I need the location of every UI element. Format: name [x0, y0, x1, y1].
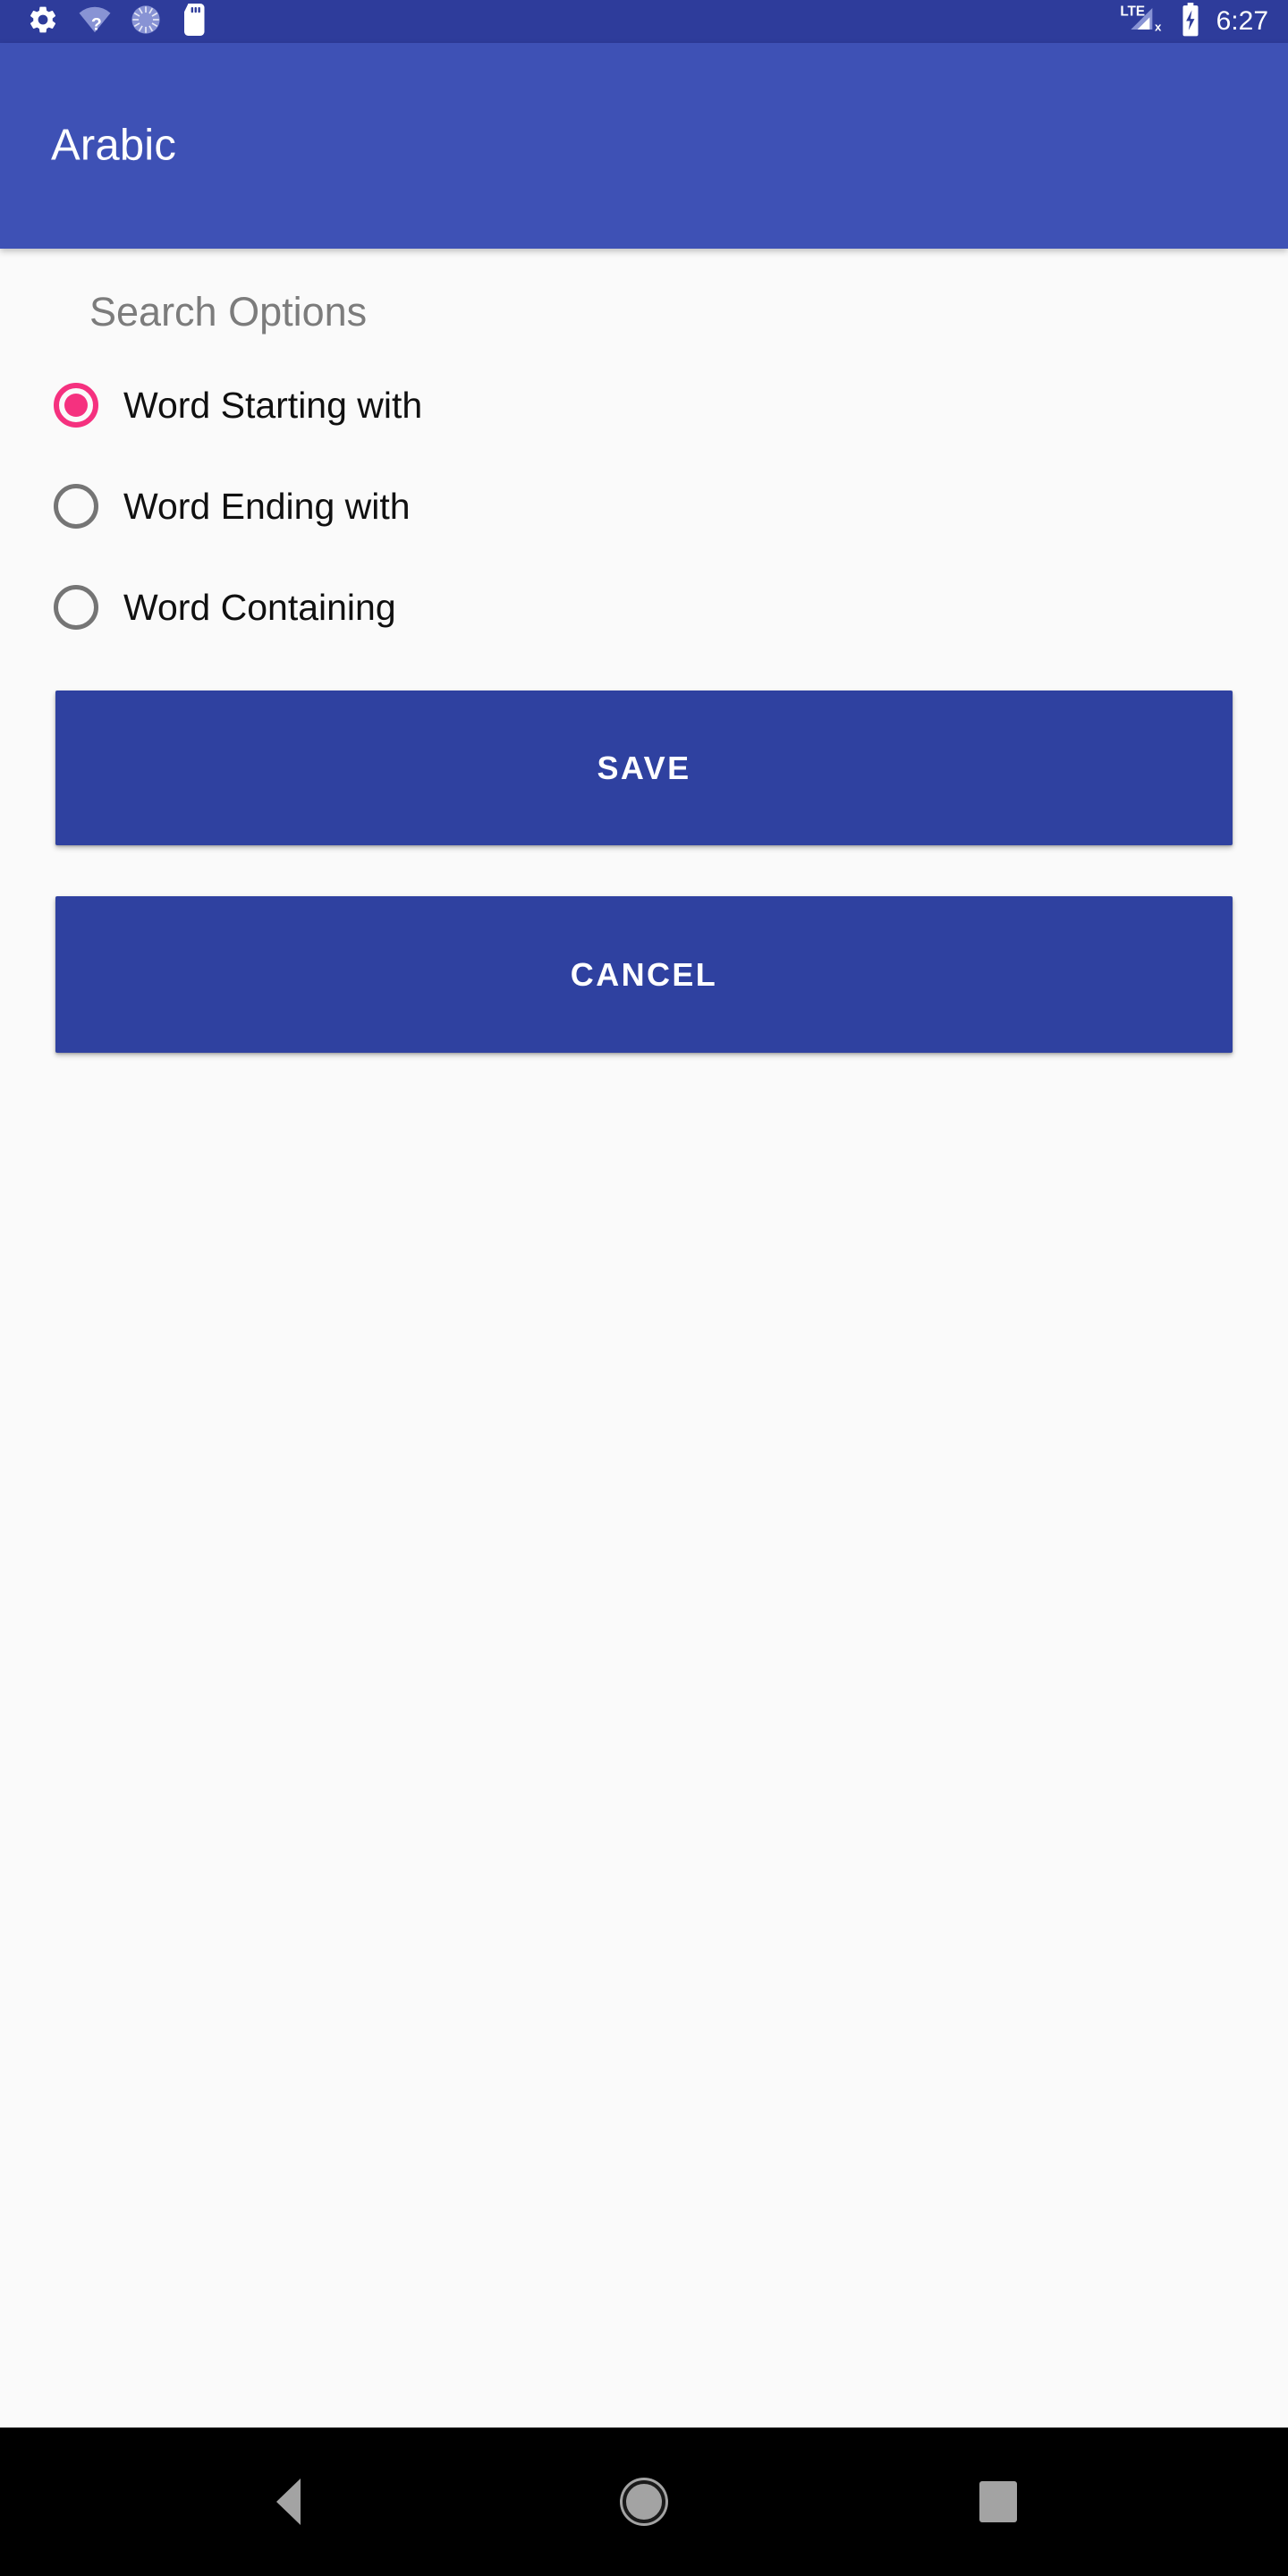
- android-navigation-bar: [0, 2428, 1288, 2576]
- nav-home-button[interactable]: [555, 2428, 733, 2576]
- svg-text:LTE: LTE: [1120, 4, 1145, 19]
- radio-option-word-starting-with[interactable]: Word Starting with: [34, 362, 660, 448]
- sync-progress-icon: [131, 4, 161, 39]
- nav-recents-icon: [979, 2481, 1017, 2522]
- radio-option-label: Word Ending with: [123, 485, 411, 527]
- radio-option-label: Word Starting with: [123, 384, 423, 426]
- radio-unselected-icon[interactable]: [54, 585, 98, 630]
- cancel-button[interactable]: CANCEL: [55, 896, 1233, 1053]
- svg-text:x: x: [1155, 20, 1162, 33]
- radio-option-label: Word Containing: [123, 586, 396, 628]
- status-bar-left-icons: ?: [27, 3, 1118, 40]
- status-bar-clock: 6:27: [1216, 6, 1268, 36]
- main-content: Search Options Word Starting with Word E…: [0, 249, 1288, 2428]
- nav-home-icon: [623, 2480, 665, 2523]
- status-bar: ? LTE x 6:27: [0, 0, 1288, 43]
- app-bar: Arabic: [0, 43, 1288, 249]
- nav-back-button[interactable]: [199, 2428, 377, 2576]
- battery-charging-icon: [1179, 2, 1202, 42]
- nav-recents-button[interactable]: [909, 2428, 1088, 2576]
- settings-gear-icon: [27, 4, 59, 40]
- svg-text:?: ?: [91, 14, 102, 34]
- status-bar-right-icons: LTE x 6:27: [1118, 2, 1268, 42]
- radio-option-word-ending-with[interactable]: Word Ending with: [34, 463, 660, 549]
- sd-card-icon: [181, 3, 209, 40]
- search-options-heading: Search Options: [89, 289, 368, 335]
- save-button[interactable]: SAVE: [55, 691, 1233, 845]
- lte-signal-icon: LTE x: [1118, 2, 1170, 42]
- wifi-unknown-icon: ?: [79, 4, 111, 40]
- device-screen: ? LTE x 6:27 Arabic Search Options Word …: [0, 0, 1288, 2576]
- page-title: Arabic: [51, 121, 177, 170]
- radio-unselected-icon[interactable]: [54, 484, 98, 529]
- radio-option-word-containing[interactable]: Word Containing: [34, 564, 660, 650]
- nav-back-icon: [275, 2479, 301, 2525]
- radio-selected-icon[interactable]: [54, 383, 98, 428]
